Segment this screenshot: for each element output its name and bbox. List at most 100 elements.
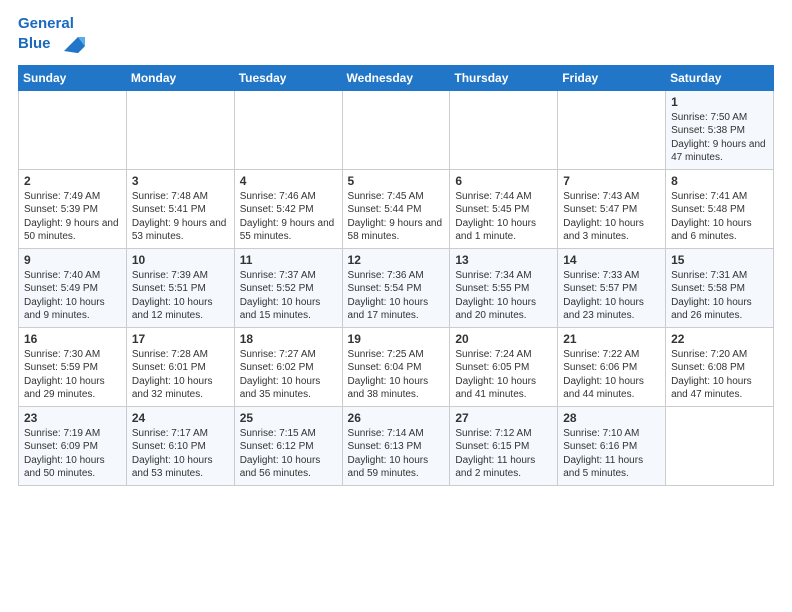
calendar-header: SundayMondayTuesdayWednesdayThursdayFrid… [19,65,774,90]
day-info: Sunrise: 7:49 AM Sunset: 5:39 PM Dayligh… [24,190,121,244]
calendar-cell: 28 Sunrise: 7:10 AM Sunset: 6:16 PM Dayli… [558,406,666,485]
day-number: 3 [132,174,229,188]
day-info: Sunrise: 7:14 AM Sunset: 6:13 PM Dayligh… [348,427,445,481]
day-info: Sunrise: 7:19 AM Sunset: 6:09 PM Dayligh… [24,427,121,481]
calendar-table: SundayMondayTuesdayWednesdayThursdayFrid… [18,65,774,486]
day-info: Sunrise: 7:45 AM Sunset: 5:44 PM Dayligh… [348,190,445,244]
calendar-cell [666,406,774,485]
day-info: Sunrise: 7:30 AM Sunset: 5:59 PM Dayligh… [24,348,121,402]
calendar-cell [126,90,234,169]
day-info: Sunrise: 7:37 AM Sunset: 5:52 PM Dayligh… [240,269,337,323]
week-row-5: 23 Sunrise: 7:19 AM Sunset: 6:09 PM Dayli… [19,406,774,485]
logo-icon [57,33,85,55]
header-day-sunday: Sunday [19,65,127,90]
week-row-3: 9Sunrise: 7:40 AM Sunset: 5:49 PM Daylig… [19,248,774,327]
day-number: 1 [671,95,768,109]
calendar-cell: 27 Sunrise: 7:12 AM Sunset: 6:15 PM Dayli… [450,406,558,485]
calendar-cell: 25 Sunrise: 7:15 AM Sunset: 6:12 PM Dayli… [234,406,342,485]
day-number: 18 [240,332,337,346]
header-day-thursday: Thursday [450,65,558,90]
day-number: 6 [455,174,552,188]
day-number: 19 [348,332,445,346]
day-info: Sunrise: 7:12 AM Sunset: 6:15 PM Dayligh… [455,427,552,481]
week-row-4: 16 Sunrise: 7:30 AM Sunset: 5:59 PM Dayli… [19,327,774,406]
calendar-cell: 2 Sunrise: 7:49 AM Sunset: 5:39 PM Daylig… [19,169,127,248]
calendar-cell: 20 Sunrise: 7:24 AM Sunset: 6:05 PM Dayli… [450,327,558,406]
day-info: Sunrise: 7:41 AM Sunset: 5:48 PM Dayligh… [671,190,768,244]
day-info: Sunrise: 7:36 AM Sunset: 5:54 PM Dayligh… [348,269,445,323]
day-number: 8 [671,174,768,188]
day-number: 16 [24,332,121,346]
calendar-cell: 12 Sunrise: 7:36 AM Sunset: 5:54 PM Dayli… [342,248,450,327]
calendar-cell: 8 Sunrise: 7:41 AM Sunset: 5:48 PM Daylig… [666,169,774,248]
day-number: 9 [24,253,121,267]
day-number: 17 [132,332,229,346]
calendar-cell: 6 Sunrise: 7:44 AM Sunset: 5:45 PM Daylig… [450,169,558,248]
day-number: 4 [240,174,337,188]
day-number: 2 [24,174,121,188]
day-number: 5 [348,174,445,188]
day-number: 11 [240,253,337,267]
day-number: 13 [455,253,552,267]
calendar-cell: 13 Sunrise: 7:34 AM Sunset: 5:55 PM Dayli… [450,248,558,327]
day-info: Sunrise: 7:10 AM Sunset: 6:16 PM Dayligh… [563,427,660,481]
calendar-cell: 5 Sunrise: 7:45 AM Sunset: 5:44 PM Daylig… [342,169,450,248]
page-header: General Blue [18,16,774,55]
day-info: Sunrise: 7:34 AM Sunset: 5:55 PM Dayligh… [455,269,552,323]
calendar-cell: 16 Sunrise: 7:30 AM Sunset: 5:59 PM Dayli… [19,327,127,406]
header-day-friday: Friday [558,65,666,90]
day-number: 20 [455,332,552,346]
day-info: Sunrise: 7:39 AM Sunset: 5:51 PM Dayligh… [132,269,229,323]
calendar-cell [19,90,127,169]
day-info: Sunrise: 7:43 AM Sunset: 5:47 PM Dayligh… [563,190,660,244]
day-info: Sunrise: 7:15 AM Sunset: 6:12 PM Dayligh… [240,427,337,481]
day-info: Sunrise: 7:33 AM Sunset: 5:57 PM Dayligh… [563,269,660,323]
calendar-cell: 17 Sunrise: 7:28 AM Sunset: 6:01 PM Dayli… [126,327,234,406]
calendar-cell: 10Sunrise: 7:39 AM Sunset: 5:51 PM Dayli… [126,248,234,327]
day-number: 27 [455,411,552,425]
day-number: 28 [563,411,660,425]
day-number: 14 [563,253,660,267]
calendar-cell [342,90,450,169]
header-row: SundayMondayTuesdayWednesdayThursdayFrid… [19,65,774,90]
calendar-cell: 18 Sunrise: 7:27 AM Sunset: 6:02 PM Dayli… [234,327,342,406]
day-info: Sunrise: 7:48 AM Sunset: 5:41 PM Dayligh… [132,190,229,244]
day-number: 15 [671,253,768,267]
day-number: 22 [671,332,768,346]
day-info: Sunrise: 7:17 AM Sunset: 6:10 PM Dayligh… [132,427,229,481]
header-day-saturday: Saturday [666,65,774,90]
day-info: Sunrise: 7:27 AM Sunset: 6:02 PM Dayligh… [240,348,337,402]
day-info: Sunrise: 7:20 AM Sunset: 6:08 PM Dayligh… [671,348,768,402]
calendar-cell: 11 Sunrise: 7:37 AM Sunset: 5:52 PM Dayli… [234,248,342,327]
day-info: Sunrise: 7:24 AM Sunset: 6:05 PM Dayligh… [455,348,552,402]
week-row-1: 1Sunrise: 7:50 AM Sunset: 5:38 PM Daylig… [19,90,774,169]
day-number: 25 [240,411,337,425]
day-number: 24 [132,411,229,425]
calendar-cell: 22 Sunrise: 7:20 AM Sunset: 6:08 PM Dayli… [666,327,774,406]
calendar-cell [450,90,558,169]
calendar-cell: 4Sunrise: 7:46 AM Sunset: 5:42 PM Daylig… [234,169,342,248]
calendar-cell: 21Sunrise: 7:22 AM Sunset: 6:06 PM Dayli… [558,327,666,406]
day-info: Sunrise: 7:25 AM Sunset: 6:04 PM Dayligh… [348,348,445,402]
day-info: Sunrise: 7:28 AM Sunset: 6:01 PM Dayligh… [132,348,229,402]
logo-blue: Blue [18,34,51,51]
day-info: Sunrise: 7:44 AM Sunset: 5:45 PM Dayligh… [455,190,552,244]
day-number: 26 [348,411,445,425]
day-number: 23 [24,411,121,425]
logo-general: General [18,15,74,32]
header-day-monday: Monday [126,65,234,90]
header-day-wednesday: Wednesday [342,65,450,90]
calendar-cell: 9Sunrise: 7:40 AM Sunset: 5:49 PM Daylig… [19,248,127,327]
day-number: 21 [563,332,660,346]
calendar-cell: 14 Sunrise: 7:33 AM Sunset: 5:57 PM Dayli… [558,248,666,327]
calendar-cell: 1Sunrise: 7:50 AM Sunset: 5:38 PM Daylig… [666,90,774,169]
calendar-cell: 26 Sunrise: 7:14 AM Sunset: 6:13 PM Dayli… [342,406,450,485]
day-number: 12 [348,253,445,267]
header-day-tuesday: Tuesday [234,65,342,90]
calendar-cell: 3 Sunrise: 7:48 AM Sunset: 5:41 PM Daylig… [126,169,234,248]
calendar-cell: 15Sunrise: 7:31 AM Sunset: 5:58 PM Dayli… [666,248,774,327]
day-number: 7 [563,174,660,188]
calendar-cell [234,90,342,169]
calendar-body: 1Sunrise: 7:50 AM Sunset: 5:38 PM Daylig… [19,90,774,485]
calendar-cell: 23 Sunrise: 7:19 AM Sunset: 6:09 PM Dayli… [19,406,127,485]
